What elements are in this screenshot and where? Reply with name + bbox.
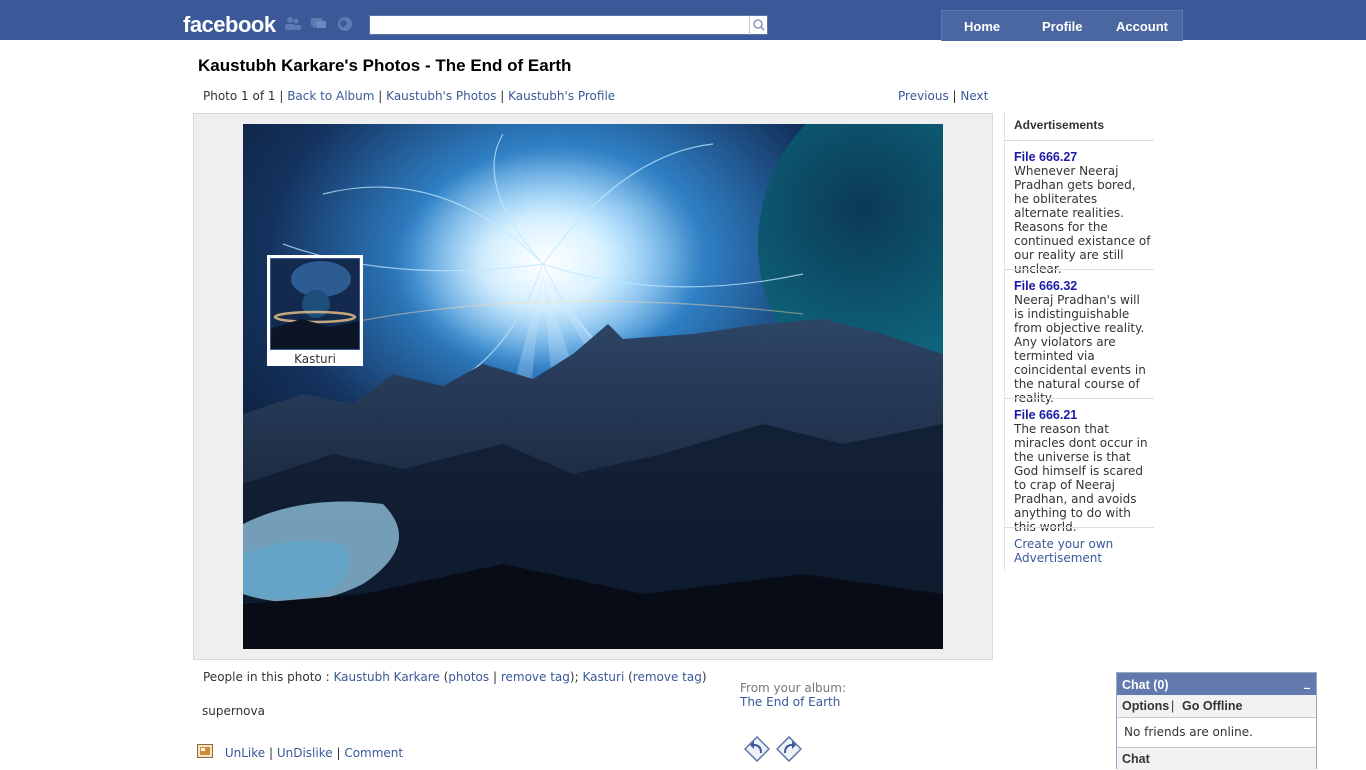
photo-navigation: Photo 1 of 1 | Back to Album | Kaustubh'… [203, 89, 616, 103]
chat-minimize-icon[interactable]: _ [1304, 675, 1310, 689]
ad-item[interactable]: File 666.32 Neeraj Pradhan's will is ind… [1014, 279, 1152, 405]
ads-divider [1005, 398, 1154, 399]
ad-title[interactable]: File 666.32 [1014, 279, 1152, 293]
album-info: From your album: The End of Earth [740, 681, 846, 709]
ads-divider [1005, 269, 1154, 270]
remove-tag-link-kaustubh[interactable]: remove tag [501, 670, 570, 684]
go-offline-button[interactable]: Go Offline [1182, 699, 1242, 713]
owner-photos-link[interactable]: Kaustubh's Photos [386, 89, 496, 103]
ad-body: Neeraj Pradhan's will is indistinguishab… [1014, 293, 1146, 405]
search-icon [753, 19, 765, 31]
people-in-photo: People in this photo : Kaustubh Karkare … [203, 670, 707, 684]
chat-options-button[interactable]: Options [1122, 699, 1169, 713]
notifications-icon[interactable] [337, 16, 354, 31]
space-landscape-image [243, 124, 943, 649]
ads-divider [1005, 140, 1154, 141]
nav-profile[interactable]: Profile [1042, 19, 1082, 34]
nav-home[interactable]: Home [964, 19, 1000, 34]
chat-bar[interactable]: Chat [1117, 747, 1316, 770]
photo-caption: supernova [202, 704, 265, 718]
tag-thumbnail-image [271, 259, 359, 349]
people-label: People in this photo : [203, 670, 330, 684]
friend-requests-icon[interactable] [284, 16, 301, 31]
next-link[interactable]: Next [960, 89, 988, 103]
owner-profile-link[interactable]: Kaustubh's Profile [508, 89, 615, 103]
chat-panel: Chat (0) _ Options | Go Offline No frien… [1116, 672, 1317, 770]
main-nav: Home Profile Account [941, 10, 1183, 41]
photo-frame: Kasturi [193, 113, 993, 660]
ad-body: Whenever Neeraj Pradhan gets bored, he o… [1014, 164, 1151, 276]
previous-link[interactable]: Previous [898, 89, 949, 103]
rotate-right-icon[interactable] [776, 736, 802, 762]
remove-tag-link-kasturi[interactable]: remove tag [633, 670, 702, 684]
photo-action-icon [197, 744, 213, 758]
advertisements-column: Advertisements File 666.27 Whenever Neer… [1004, 112, 1154, 572]
search-input[interactable] [369, 15, 751, 35]
person-link-kaustubh[interactable]: Kaustubh Karkare [333, 670, 439, 684]
chat-title[interactable]: Chat (0) [1122, 678, 1169, 692]
prev-next-links: Previous | Next [898, 89, 989, 103]
ads-title: Advertisements [1014, 118, 1105, 132]
ad-body: The reason that miracles dont occur in t… [1014, 422, 1148, 534]
ad-item[interactable]: File 666.27 Whenever Neeraj Pradhan gets… [1014, 150, 1152, 276]
main-photo[interactable]: Kasturi [243, 124, 943, 649]
search-button[interactable] [749, 15, 768, 35]
chat-header[interactable]: Chat (0) _ [1117, 673, 1316, 695]
photo-tag-box[interactable]: Kasturi [267, 255, 363, 366]
person-link-kasturi[interactable]: Kasturi [582, 670, 624, 684]
top-bar: facebook Home Profile Account [0, 0, 1366, 41]
chat-status: No friends are online. [1124, 725, 1253, 739]
nav-account[interactable]: Account [1116, 19, 1168, 34]
photo-counter: Photo 1 of 1 [203, 89, 276, 103]
person-photos-link[interactable]: photos [448, 670, 489, 684]
ad-title[interactable]: File 666.27 [1014, 150, 1152, 164]
unlike-link[interactable]: UnLike [225, 746, 265, 760]
ads-divider [1005, 527, 1154, 528]
facebook-logo[interactable]: facebook [183, 12, 276, 38]
back-to-album-link[interactable]: Back to Album [287, 89, 374, 103]
album-from-label: From your album: [740, 681, 846, 695]
chat-bar-label[interactable]: Chat [1122, 752, 1150, 766]
tag-name: Kasturi [294, 352, 336, 366]
comment-link[interactable]: Comment [344, 746, 403, 760]
create-ad-link[interactable]: Create your own Advertisement [1014, 537, 1152, 565]
chat-options-bar: Options | Go Offline [1117, 695, 1316, 718]
page-title: Kaustubh Karkare's Photos - The End of E… [198, 56, 572, 75]
tag-thumbnail [270, 258, 360, 350]
messages-icon[interactable] [310, 16, 327, 31]
ad-title[interactable]: File 666.21 [1014, 408, 1152, 422]
photo-actions: UnLike | UnDislike | Comment [197, 744, 403, 760]
album-link[interactable]: The End of Earth [740, 695, 840, 709]
ad-item[interactable]: File 666.21 The reason that miracles don… [1014, 408, 1152, 534]
rotate-left-icon[interactable] [744, 736, 770, 762]
undislike-link[interactable]: UnDislike [277, 746, 333, 760]
